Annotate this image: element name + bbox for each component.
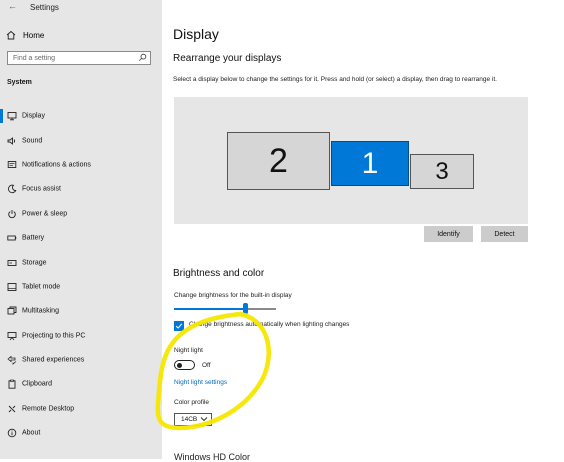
sidebar-item-focus-assist[interactable]: Focus assist <box>0 177 162 201</box>
slider-thumb[interactable] <box>242 303 248 314</box>
auto-brightness-checkbox[interactable] <box>174 321 184 331</box>
sidebar-item-power-sleep[interactable]: Power & sleep <box>0 202 162 226</box>
section-label: System <box>7 79 32 86</box>
sidebar-nav: Display Sound Notifications & actions Fo… <box>0 104 162 445</box>
sidebar-item-clipboard[interactable]: Clipboard <box>0 372 162 396</box>
monitor-1-selected[interactable]: 1 <box>331 141 409 186</box>
sidebar-item-storage[interactable]: Storage <box>0 250 162 274</box>
sidebar-item-sound[interactable]: Sound <box>0 128 162 152</box>
notification-icon <box>7 160 17 170</box>
search-input[interactable]: Find a setting <box>7 51 151 65</box>
sidebar-item-tablet-mode[interactable]: Tablet mode <box>0 275 162 299</box>
brightness-heading: Brightness and color <box>173 268 265 279</box>
sidebar-item-label: Power & sleep <box>22 210 68 218</box>
monitor-3[interactable]: 3 <box>410 154 474 189</box>
sidebar-item-label: About <box>22 429 41 437</box>
night-light-toggle[interactable] <box>174 360 195 370</box>
monitor-2[interactable]: 2 <box>227 132 330 190</box>
info-icon <box>7 428 17 438</box>
monitor-icon <box>7 111 17 121</box>
sidebar-item-label: Tablet mode <box>22 283 61 291</box>
back-arrow-icon[interactable]: ← <box>8 1 17 11</box>
checkmark-icon <box>175 323 183 329</box>
sidebar-item-display[interactable]: Display <box>0 104 162 128</box>
clipboard-icon <box>7 379 17 390</box>
identify-button[interactable]: Identify <box>424 226 473 242</box>
sidebar: ← Settings Home Find a setting System Di… <box>0 0 162 459</box>
home-link[interactable]: Home <box>6 28 44 42</box>
projecting-icon <box>7 331 17 341</box>
home-label: Home <box>23 30 45 40</box>
sidebar-item-label: Remote Desktop <box>22 405 75 413</box>
home-icon <box>6 30 16 40</box>
remote-desktop-icon <box>7 404 17 414</box>
slider-track <box>245 308 276 310</box>
rearrange-heading: Rearrange your displays <box>173 53 282 64</box>
active-indicator <box>0 109 3 123</box>
search-placeholder: Find a setting <box>13 55 56 62</box>
page-title: Display <box>173 26 219 42</box>
shared-icon <box>7 355 17 365</box>
sidebar-item-label: Notifications & actions <box>22 161 91 169</box>
sidebar-item-label: Focus assist <box>22 185 61 193</box>
sidebar-item-multitasking[interactable]: Multitasking <box>0 299 162 323</box>
title-bar: ← Settings <box>0 0 162 14</box>
sidebar-item-label: Multitasking <box>22 307 59 315</box>
battery-icon <box>7 233 17 243</box>
sidebar-item-label: Display <box>22 112 45 120</box>
sidebar-item-notifications[interactable]: Notifications & actions <box>0 153 162 177</box>
sidebar-item-shared-experiences[interactable]: Shared experiences <box>0 348 162 372</box>
sidebar-item-label: Battery <box>22 234 45 242</box>
auto-brightness-label: Change brightness automatically when lig… <box>189 321 350 328</box>
tablet-icon <box>7 282 17 292</box>
sidebar-item-projecting[interactable]: Projecting to this PC <box>0 324 162 348</box>
brightness-slider-label: Change brightness for the built-in displ… <box>174 292 292 299</box>
sidebar-item-battery[interactable]: Battery <box>0 226 162 250</box>
color-profile-select[interactable]: 14CB <box>174 413 212 426</box>
night-light-state: Off <box>202 362 211 369</box>
sidebar-item-label: Clipboard <box>22 380 52 388</box>
sidebar-item-label: Storage <box>22 259 47 267</box>
detect-button[interactable]: Detect <box>481 226 528 242</box>
hd-color-heading: Windows HD Color <box>174 452 251 462</box>
main-content: Display Rearrange your displays Select a… <box>162 0 564 462</box>
display-arrangement-area[interactable]: 2 1 3 <box>174 97 528 224</box>
power-icon <box>7 209 17 219</box>
chevron-down-icon <box>200 417 208 422</box>
search-icon[interactable] <box>138 53 147 62</box>
moon-icon <box>7 184 17 194</box>
sidebar-item-label: Sound <box>22 137 43 145</box>
sidebar-item-remote-desktop[interactable]: Remote Desktop <box>0 397 162 421</box>
sidebar-item-about[interactable]: About <box>0 421 162 445</box>
toggle-knob <box>177 362 182 368</box>
sidebar-item-label: Shared experiences <box>22 356 85 364</box>
storage-icon <box>7 258 17 268</box>
multitasking-icon <box>7 306 17 316</box>
window-title: Settings <box>30 3 59 12</box>
color-profile-label: Color profile <box>174 399 210 406</box>
rearrange-description: Select a display below to change the set… <box>173 76 497 83</box>
night-light-settings-link[interactable]: Night light settings <box>174 379 227 386</box>
speaker-icon <box>7 136 17 146</box>
night-light-label: Night light <box>174 347 203 354</box>
sidebar-item-label: Projecting to this PC <box>22 332 86 340</box>
color-profile-value: 14CB <box>181 416 198 423</box>
slider-fill <box>174 308 246 310</box>
